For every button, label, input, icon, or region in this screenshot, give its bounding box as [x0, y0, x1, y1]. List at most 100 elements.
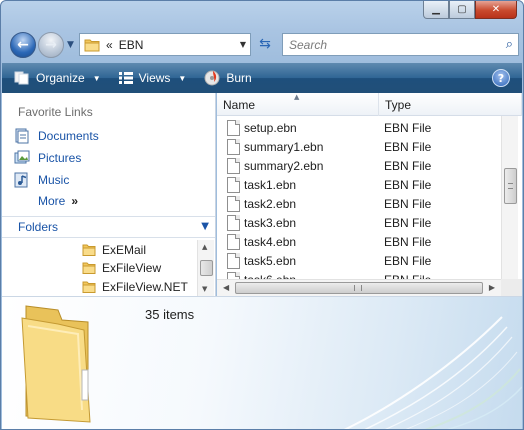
- folder-icon: [84, 39, 100, 51]
- close-button[interactable]: ✕: [475, 1, 517, 19]
- pictures-icon: [14, 150, 30, 166]
- tree-item-exemail[interactable]: ExEMail: [82, 241, 146, 259]
- favorite-links-header: Favorite Links: [18, 105, 93, 119]
- aero-swoosh-graphic: [343, 316, 522, 429]
- file-type: EBN File: [384, 197, 432, 211]
- views-dropdown-icon: ▼: [178, 73, 187, 83]
- file-type: EBN File: [384, 121, 432, 135]
- scroll-thumb[interactable]: [504, 168, 517, 204]
- more-chevron-icon: »: [71, 194, 79, 208]
- file-type: EBN File: [384, 235, 432, 249]
- file-icon: [227, 158, 240, 174]
- file-row[interactable]: summary1.ebn EBN File: [217, 137, 501, 156]
- file-type: EBN File: [384, 159, 432, 173]
- file-icon: [227, 253, 240, 269]
- file-icon: [227, 215, 240, 231]
- chevron-down-icon[interactable]: ▼: [201, 221, 209, 232]
- column-header-type[interactable]: Type: [379, 93, 522, 116]
- views-label: Views: [138, 71, 171, 85]
- maximize-button[interactable]: ▢: [449, 1, 475, 19]
- breadcrumb-prefix[interactable]: «: [106, 38, 113, 52]
- tree-item-label: ExFileView: [102, 261, 162, 275]
- breadcrumb-current[interactable]: EBN: [119, 38, 144, 52]
- back-arrow-icon: ←: [17, 37, 29, 53]
- folder-icon: [82, 281, 96, 293]
- burn-icon: [204, 70, 220, 86]
- tree-item-exfileview-net[interactable]: ExFileView.NET: [82, 278, 188, 296]
- file-row[interactable]: setup.ebn EBN File: [217, 118, 501, 137]
- file-list-horizontal-scrollbar[interactable]: ◀ ▶: [217, 279, 501, 296]
- column-header-row: ▲ Name Type: [217, 93, 522, 116]
- file-row[interactable]: task4.ebn EBN File: [217, 232, 501, 251]
- scroll-right-icon[interactable]: ▶: [489, 283, 495, 292]
- file-type: EBN File: [384, 254, 432, 268]
- file-name: summary1.ebn: [244, 140, 324, 154]
- caption-buttons: ▁ ▢ ✕: [423, 1, 517, 19]
- minimize-button[interactable]: ▁: [423, 1, 449, 19]
- address-bar[interactable]: « EBN ▼: [79, 33, 251, 56]
- file-type: EBN File: [384, 140, 432, 154]
- tree-item-label: ExFileView.NET: [102, 280, 188, 294]
- file-row[interactable]: task5.ebn EBN File: [217, 251, 501, 270]
- file-row[interactable]: task3.ebn EBN File: [217, 213, 501, 232]
- file-name: task2.ebn: [244, 197, 297, 211]
- views-icon: [118, 72, 133, 84]
- forward-button[interactable]: →: [38, 32, 64, 58]
- folders-header[interactable]: Folders ▼: [2, 216, 215, 238]
- forward-arrow-icon: →: [45, 37, 57, 53]
- back-button[interactable]: ←: [10, 32, 36, 58]
- file-list: ▲ Name Type setup.ebn EBN File summary1.…: [217, 93, 522, 296]
- help-icon: ?: [497, 71, 505, 85]
- file-icon: [227, 196, 240, 212]
- folders-header-label: Folders: [18, 220, 59, 234]
- search-box[interactable]: Search ⌕: [282, 33, 519, 56]
- scrollbar-corner: [501, 279, 522, 296]
- file-name: setup.ebn: [244, 121, 297, 135]
- address-dropdown-icon[interactable]: ▼: [240, 40, 246, 49]
- file-row[interactable]: summary2.ebn EBN File: [217, 156, 501, 175]
- favorite-link-music[interactable]: Music: [14, 171, 69, 189]
- file-name: summary2.ebn: [244, 159, 324, 173]
- folder-icon: [82, 262, 96, 274]
- scroll-down-icon[interactable]: ▼: [202, 285, 207, 293]
- organize-button[interactable]: Organize ▼: [8, 67, 107, 89]
- folder-icon: [82, 244, 96, 256]
- column-header-name[interactable]: Name: [217, 93, 379, 116]
- file-icon: [227, 139, 240, 155]
- tree-item-label: ExEMail: [102, 243, 147, 257]
- documents-icon: [14, 128, 30, 144]
- refresh-button[interactable]: ⇆: [254, 36, 276, 54]
- more-links-button[interactable]: More »: [38, 194, 78, 208]
- burn-label: Burn: [226, 71, 252, 85]
- command-bar: Organize ▼ Views ▼ Burn ?: [2, 63, 522, 93]
- more-label: More: [38, 194, 66, 208]
- file-row[interactable]: task2.ebn EBN File: [217, 194, 501, 213]
- tree-item-exfileview[interactable]: ExFileView: [82, 259, 161, 277]
- search-input[interactable]: Search: [289, 38, 327, 52]
- views-button[interactable]: Views ▼: [113, 67, 193, 89]
- scroll-thumb[interactable]: [200, 260, 213, 276]
- favorite-link-label: Pictures: [38, 151, 82, 165]
- explorer-window: ▁ ▢ ✕ ← → ▼ « EBN ▼ ⇆ Search ⌕ Organize: [0, 0, 524, 430]
- file-list-vertical-scrollbar[interactable]: [501, 116, 518, 280]
- recent-pages-dropdown[interactable]: ▼: [67, 40, 74, 50]
- favorite-link-pictures[interactable]: Pictures: [14, 149, 81, 167]
- file-type: EBN File: [384, 216, 432, 230]
- folder-icon: [21, 305, 91, 423]
- organize-icon: [14, 71, 29, 85]
- file-icon: [227, 120, 240, 136]
- navigation-pane: Favorite Links Documents Pictures Music …: [2, 93, 216, 296]
- organize-dropdown-icon: ▼: [92, 73, 101, 83]
- scroll-up-icon[interactable]: ▲: [202, 243, 207, 251]
- file-row[interactable]: task1.ebn EBN File: [217, 175, 501, 194]
- help-button[interactable]: ?: [492, 69, 510, 87]
- burn-button[interactable]: Burn: [198, 67, 257, 89]
- scroll-thumb[interactable]: [235, 282, 483, 294]
- refresh-icon: ⇆: [259, 36, 271, 52]
- favorite-link-documents[interactable]: Documents: [14, 127, 99, 145]
- music-icon: [14, 172, 30, 188]
- file-name: task3.ebn: [244, 216, 297, 230]
- scroll-left-icon[interactable]: ◀: [223, 283, 229, 292]
- search-icon[interactable]: ⌕: [506, 37, 513, 52]
- folder-tree-scrollbar[interactable]: ▲ ▼: [197, 240, 214, 296]
